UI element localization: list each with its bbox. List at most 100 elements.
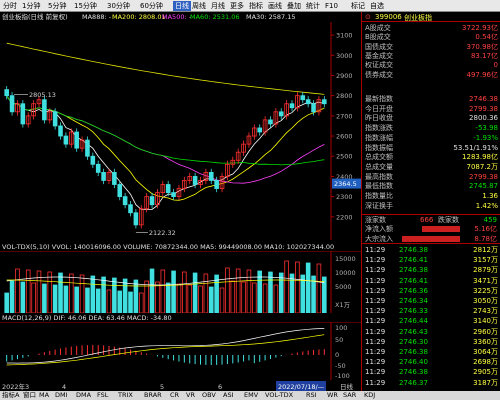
tick-time: 11:29 (365, 307, 386, 316)
market-row-value: 3722.93亿 (462, 24, 498, 32)
volume-chart[interactable]: 15000 10000 5000 X1万 (0, 251, 361, 313)
toolbar-item-8[interactable]: 月线 (211, 1, 225, 11)
stat-row-value: -53.98 (475, 124, 498, 133)
vol-axis-label: 5000 (335, 283, 352, 291)
toolbar-item-3[interactable]: 15分钟 (74, 1, 97, 11)
stat-row-value: 2799.38 (469, 104, 498, 113)
toolbar-item-9[interactable]: 更多 (230, 1, 244, 11)
tick-row[interactable]: 11:29 2746.33 2743万 (365, 307, 498, 316)
tick-row[interactable]: 11:29 2746.38 2905万 (365, 368, 498, 377)
market-row: A股成交 3722.93亿 (365, 24, 498, 33)
indicator-tab-3[interactable]: DMI (55, 391, 68, 400)
tick-row[interactable]: 11:29 2746.44 3140万 (365, 317, 498, 326)
toolbar-item-2[interactable]: 5分钟 (48, 1, 66, 11)
tick-row[interactable]: 11:29 2746.38 2812万 (365, 246, 498, 255)
toolbar-item-12[interactable]: 叠加 (287, 1, 301, 11)
candle-body (289, 103, 295, 109)
macd-chart[interactable]: 100 50 0 -50 -100 (0, 322, 361, 380)
price-axis-label: 3000 (336, 52, 353, 60)
vol-ma5-line (6, 276, 325, 286)
tick-row[interactable]: 11:29 2746.38 2879万 (365, 266, 498, 275)
tick-volume: 2905万 (473, 368, 498, 377)
stat-row-value: -1.93% (473, 133, 498, 142)
tick-row[interactable]: 11:29 2746.36 3225万 (365, 287, 498, 296)
dif-line (6, 328, 325, 364)
toolbar-item-0[interactable]: 分时 (3, 1, 17, 11)
tick-row[interactable]: 11:29 2746.34 3050万 (365, 297, 498, 306)
candle-body (74, 131, 79, 149)
tick-row[interactable]: 11:29 2746.41 3157万 (365, 256, 498, 265)
indicator-tab-5[interactable]: FSL (97, 391, 108, 400)
indicator-tab-13[interactable]: VOL-TDX (265, 391, 293, 400)
indicator-tab-7[interactable]: BRAR (144, 391, 162, 400)
indicator-tab-16[interactable]: SAR (343, 391, 356, 400)
volume-bar (20, 281, 26, 313)
volume-bar (182, 271, 187, 313)
volume-bar (214, 274, 219, 313)
tick-row[interactable]: 11:29 2746.38 3064万 (365, 348, 498, 357)
stat-row: 最新指数 2746.38 (365, 95, 498, 104)
indicator-tab-15[interactable]: WR (327, 391, 338, 400)
indicator-tab-10[interactable]: OBV (202, 391, 216, 400)
volume-bar (117, 290, 123, 313)
indicator-tab-14[interactable]: RSI (306, 391, 317, 400)
toolbar-item-10[interactable]: 指标 (249, 1, 263, 11)
candle-body (122, 196, 128, 206)
indicator-tab-12[interactable]: EMV (244, 391, 258, 400)
toolbar-item-16[interactable]: 自选 (370, 1, 384, 11)
toolbar-item-6[interactable]: 日线 (173, 1, 191, 11)
stat-row-value: 2746.38 (469, 95, 498, 103)
volume-bar (101, 276, 106, 313)
chart-area[interactable]: 创业板指(日线 前复权) MA888: - MA200: 2808.01 MA5… (0, 12, 361, 391)
stat-row-label: 指数涨跌 (365, 124, 393, 133)
tick-row[interactable]: 11:29 2746.30 3360万 (365, 338, 498, 347)
indicator-tab-2[interactable]: MA (39, 391, 49, 400)
stat-row: 指数涨跌 -53.98 (365, 124, 498, 133)
tick-volume: 2960万 (473, 327, 498, 336)
date-label: 6 (218, 383, 222, 391)
volume-bar (128, 291, 133, 313)
indicator-tab-4[interactable]: DMA (76, 391, 91, 400)
toolbar-item-11[interactable]: 画线 (268, 1, 282, 11)
tick-row[interactable]: 11:29 2746.40 2698万 (365, 358, 498, 367)
toolbar-item-15[interactable]: 标记 (351, 1, 365, 11)
indicator-tab-9[interactable]: VR (186, 391, 195, 400)
candle-body (268, 119, 273, 125)
price-bg (0, 22, 361, 240)
market-row-value: 0.54亿 (475, 33, 498, 42)
inflow-label: 净流入额 (365, 225, 393, 233)
price-axis-label: 3100 (336, 32, 353, 40)
candle-body (9, 95, 15, 113)
volume-bar (176, 283, 182, 313)
candle-body (58, 125, 63, 137)
toolbar-item-5[interactable]: 60分钟 (140, 1, 163, 11)
tick-price: 2746.38 (399, 266, 428, 275)
toolbar-item-7[interactable]: 周线 (192, 1, 206, 11)
price-chart[interactable]: 3100300029002800270026002500240023002200… (0, 22, 361, 240)
indicator-tab-6[interactable]: TRIX (118, 391, 133, 400)
tick-price: 2746.40 (399, 358, 428, 367)
candle-body (4, 89, 9, 97)
indicator-tab-0[interactable]: 指标A (2, 391, 19, 400)
candle-body (214, 180, 219, 189)
indicator-tab-11[interactable]: ASI (223, 391, 234, 400)
candle-body (112, 171, 117, 185)
toolbar-item-1[interactable]: 1分钟 (22, 1, 40, 11)
volume-bar (149, 268, 155, 313)
tick-row[interactable]: 11:29 2746.41 3471万 (365, 277, 498, 286)
stat-row-label: 指数振幅 (365, 143, 393, 152)
indicator-tab-17[interactable]: KDJ (364, 391, 375, 400)
inflow-bar (422, 226, 460, 232)
toolbar-item-13[interactable]: 统计 (306, 1, 320, 11)
candle-body (90, 155, 96, 165)
tick-row[interactable]: 11:29 2746.37 3187万 (365, 379, 498, 388)
toolbar-item-14[interactable]: F10 (325, 1, 338, 11)
price-axis-label: 2200 (336, 213, 353, 221)
indicator-tab-1[interactable]: 窗口 (23, 391, 36, 400)
indicator-tab-8[interactable]: CR (170, 391, 179, 400)
index-name: 创业板指 (404, 14, 432, 22)
tick-row[interactable]: 11:29 2746.43 2960万 (365, 328, 498, 337)
toolbar-item-4[interactable]: 30分钟 (107, 1, 130, 11)
volume-bar (295, 261, 300, 313)
inflow-value: 5.16亿 (474, 225, 497, 233)
